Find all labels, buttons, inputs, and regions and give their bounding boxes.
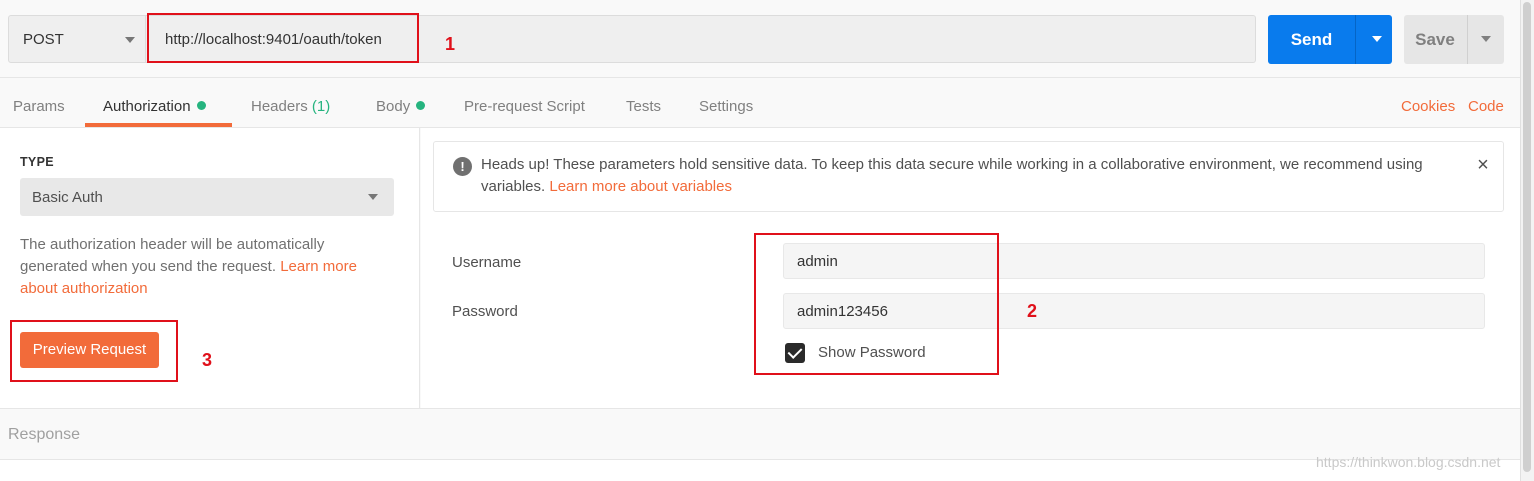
tab-headers[interactable]: Headers (1)	[251, 98, 330, 115]
status-dot-icon	[416, 101, 426, 110]
method-value: POST	[23, 31, 64, 48]
watermark: https://thinkwon.blog.csdn.net	[1316, 454, 1501, 470]
tab-settings[interactable]: Settings	[699, 98, 753, 115]
send-divider	[1355, 15, 1356, 64]
annotation-box-preview	[10, 320, 178, 382]
active-tab-indicator	[85, 123, 232, 127]
auth-type-select[interactable]: Basic Auth	[20, 178, 394, 216]
scrollbar-thumb[interactable]	[1523, 2, 1531, 472]
bottom-area	[0, 460, 1520, 481]
annotation-box-credentials	[754, 233, 999, 375]
send-button[interactable]: Send	[1268, 15, 1392, 64]
auth-description: The authorization header will be automat…	[20, 236, 357, 297]
code-link[interactable]: Code	[1468, 98, 1504, 115]
close-icon[interactable]: ×	[1474, 155, 1492, 175]
annotation-box-url	[147, 13, 419, 63]
response-section	[0, 408, 1520, 460]
response-label: Response	[8, 426, 81, 443]
auth-type-value: Basic Auth	[32, 189, 103, 206]
cookies-link[interactable]: Cookies	[1401, 98, 1455, 115]
chevron-down-icon	[368, 194, 378, 200]
save-label: Save	[1415, 30, 1455, 49]
type-label: TYPE	[20, 155, 54, 169]
tab-authorization[interactable]: Authorization	[103, 98, 206, 115]
save-divider	[1467, 15, 1468, 64]
chevron-down-icon[interactable]	[1481, 36, 1491, 42]
tab-pre-request-script[interactable]: Pre-request Script	[464, 98, 585, 115]
tab-tests[interactable]: Tests	[626, 98, 661, 115]
alert-message: Heads up! These parameters hold sensitiv…	[481, 156, 1423, 195]
exclamation-circle-icon: !	[453, 157, 472, 176]
method-select[interactable]: POST	[8, 15, 146, 63]
learn-more-variables-link[interactable]: Learn more about variables	[549, 178, 732, 195]
tab-params[interactable]: Params	[13, 98, 65, 115]
annotation-label-1: 1	[445, 34, 456, 54]
annotation-label-3: 3	[202, 350, 213, 370]
request-tabs: Params Authorization Headers (1) Body Pr…	[0, 78, 1520, 128]
status-dot-icon	[196, 101, 206, 110]
save-button[interactable]: Save	[1404, 15, 1504, 64]
password-label: Password	[452, 303, 518, 320]
annotation-label-2: 2	[1027, 301, 1038, 321]
username-label: Username	[452, 254, 522, 271]
send-label: Send	[1290, 30, 1333, 49]
chevron-down-icon[interactable]	[1372, 36, 1382, 42]
tab-body[interactable]: Body	[376, 98, 426, 115]
chevron-down-icon	[125, 37, 135, 43]
